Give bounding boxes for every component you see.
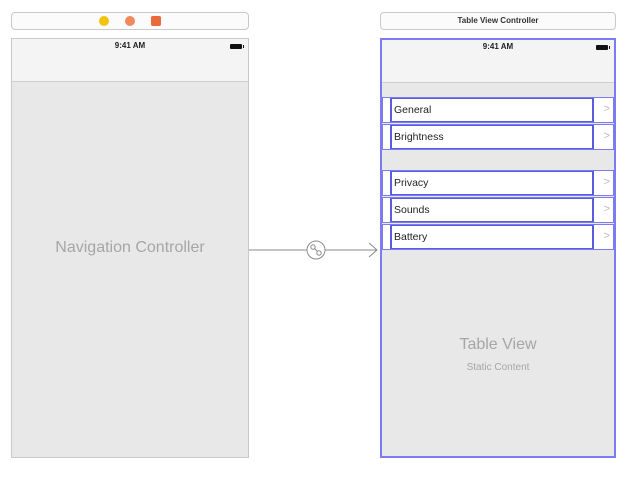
table-view-controller-screen[interactable]: 9:41 AM General > Brightness > Privacy >: [380, 38, 616, 458]
relationship-segue[interactable]: [249, 238, 380, 262]
table-cell[interactable]: General >: [382, 97, 614, 123]
table-view-placeholder: Table View: [459, 336, 537, 353]
chevron-right-icon: >: [603, 203, 610, 215]
cell-label[interactable]: Privacy: [390, 170, 594, 196]
table-cell[interactable]: Brightness >: [382, 124, 614, 150]
battery-icon: [596, 45, 610, 50]
relationship-icon[interactable]: [306, 240, 326, 260]
dock-icons: [12, 16, 248, 26]
table-cell[interactable]: Privacy >: [382, 170, 614, 196]
chevron-right-icon: >: [603, 130, 610, 142]
navigation-controller-scene-dock[interactable]: [11, 12, 249, 30]
chevron-right-icon: >: [603, 230, 610, 242]
table-section-2: Privacy > Sounds > Battery >: [382, 170, 614, 251]
navigation-controller-placeholder: Navigation Controller: [55, 239, 205, 256]
status-time: 9:41 AM: [482, 42, 514, 51]
cell-label[interactable]: Battery: [390, 224, 594, 250]
exit-icon[interactable]: [151, 16, 161, 26]
status-bar: 9:41 AM: [12, 39, 248, 53]
cell-label[interactable]: Brightness: [390, 124, 594, 150]
table-section-1: General > Brightness >: [382, 97, 614, 151]
table-view-subtitle: Static Content: [466, 362, 530, 373]
view-controller-icon[interactable]: [99, 16, 109, 26]
navigation-controller-screen[interactable]: 9:41 AM Navigation Controller: [11, 38, 249, 458]
table-view-controller-scene-dock[interactable]: Table View Controller: [380, 12, 616, 30]
scene-title: Table View Controller: [457, 16, 539, 25]
table-view[interactable]: General > Brightness > Privacy > Sounds …: [382, 82, 614, 456]
table-cell[interactable]: Battery >: [382, 224, 614, 250]
first-responder-icon[interactable]: [125, 16, 135, 26]
cell-label[interactable]: General: [390, 97, 594, 123]
battery-icon: [230, 44, 244, 49]
cell-label[interactable]: Sounds: [390, 197, 594, 223]
status-bar: 9:41 AM: [382, 40, 614, 54]
navigation-bar[interactable]: [12, 53, 248, 82]
chevron-right-icon: >: [603, 176, 610, 188]
status-time: 9:41 AM: [114, 41, 146, 50]
chevron-right-icon: >: [603, 103, 610, 115]
navigation-bar[interactable]: [382, 54, 614, 83]
table-cell[interactable]: Sounds >: [382, 197, 614, 223]
